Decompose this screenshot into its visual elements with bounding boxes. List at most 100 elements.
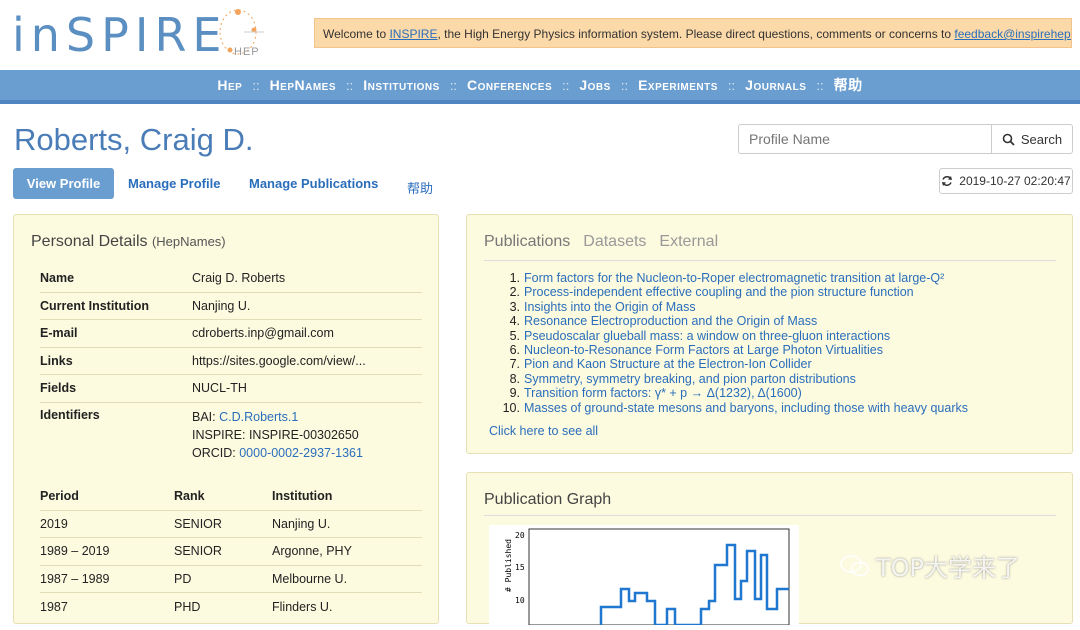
nav-help[interactable]: 帮助 <box>824 75 873 95</box>
publication-link[interactable]: Nucleon-to-Resonance Form Factors at Lar… <box>524 343 883 357</box>
period-cell: 2019 <box>40 516 68 531</box>
personal-details-title: Personal Details (HepNames) <box>31 233 226 251</box>
list-item: 1. Form factors for the Nucleon-to-Roper … <box>489 271 968 285</box>
detail-row-links: Links https://sites.google.com/view/... <box>40 348 422 375</box>
search-button[interactable]: Search <box>991 124 1073 154</box>
tab-manage-publications[interactable]: Manage Publications <box>249 176 378 191</box>
homepage-link[interactable]: https://sites.google.com/view/... <box>192 352 422 370</box>
watermark-text: TOP大学来了 <box>876 554 1021 582</box>
publications-tabs: Publications Datasets External <box>484 233 718 251</box>
column-header: Rank <box>174 489 205 504</box>
detail-key: Identifiers <box>40 407 100 422</box>
tab-external[interactable]: External <box>659 233 718 251</box>
main-nav: Hep :: HepNames :: Institutions :: Confe… <box>0 70 1080 104</box>
positions-header: Period Rank Institution <box>40 483 422 511</box>
orcid-label: ORCID: <box>192 445 240 460</box>
detail-row-fields: Fields NUCL-TH <box>40 375 422 403</box>
list-item: 2. Process-independent effective coupling… <box>489 285 968 299</box>
bai-link[interactable]: C.D.Roberts.1 <box>219 410 298 424</box>
inspire-id: INSPIRE: INSPIRE-00302650 <box>192 427 359 442</box>
publication-link[interactable]: Process-independent effective coupling a… <box>524 285 914 299</box>
inspire-link[interactable]: INSPIRE <box>389 27 437 41</box>
publications-panel: Publications Datasets External 1. Form fa… <box>466 214 1073 454</box>
detail-value: Nanjing U. <box>192 298 251 313</box>
institution-cell: Argonne, PHY <box>272 544 352 559</box>
item-number: 3. <box>509 299 520 314</box>
refresh-button[interactable]: 2019-10-27 02:20:47 <box>939 168 1073 194</box>
item-number: 6. <box>509 343 520 358</box>
nav-separator: :: <box>449 77 458 93</box>
nav-separator: :: <box>562 77 570 93</box>
refresh-icon <box>942 176 953 186</box>
header: inSPIRE HEP Welcome to INSPIRE, the High… <box>0 0 1080 70</box>
rank-cell: PD <box>174 571 192 586</box>
publication-list: 1. Form factors for the Nucleon-to-Roper … <box>489 271 968 415</box>
publication-graph: # Published 20 15 10 <box>489 525 799 627</box>
publication-link[interactable]: Form factors for the Nucleon-to-Roper el… <box>524 271 944 285</box>
detail-key: Links <box>40 353 73 368</box>
orcid-link[interactable]: 0000-0002-2937-1361 <box>239 446 363 460</box>
see-all-link[interactable]: Click here to see all <box>489 424 598 438</box>
feedback-email-link[interactable]: feedback@inspirehep.net <box>954 27 1071 41</box>
tab-view-profile[interactable]: View Profile <box>13 168 114 199</box>
tab-help[interactable]: 帮助 <box>407 178 433 197</box>
nav-jobs[interactable]: Jobs <box>569 77 620 93</box>
tab-manage-profile[interactable]: Manage Profile <box>128 176 220 191</box>
item-number: 9. <box>509 386 520 401</box>
rank-cell: SENIOR <box>174 544 222 559</box>
publication-link[interactable]: Masses of ground-state mesons and baryon… <box>524 401 968 415</box>
nav-journals[interactable]: Journals <box>735 77 816 93</box>
detail-key: Current Institution <box>40 298 150 313</box>
refresh-timestamp: 2019-10-27 02:20:47 <box>959 174 1071 188</box>
period-cell: 1987 – 1989 <box>40 571 110 586</box>
publication-link[interactable]: Symmetry, symmetry breaking, and pion pa… <box>524 372 856 386</box>
inspire-logo[interactable]: inSPIRE HEP <box>12 4 272 64</box>
detail-key: Fields <box>40 381 77 396</box>
institution-cell: Nanjing U. <box>272 516 331 531</box>
publication-link[interactable]: Pion and Kaon Structure at the Electron-… <box>524 357 812 371</box>
publication-link[interactable]: Resonance Electroproduction and the Orig… <box>524 314 817 328</box>
logo-hep: HEP <box>234 46 260 58</box>
list-item: 8. Symmetry, symmetry breaking, and pion … <box>489 372 968 386</box>
nav-separator: :: <box>620 77 629 93</box>
wechat-icon <box>840 554 869 576</box>
profile-search-input[interactable] <box>738 124 992 154</box>
y-tick-label: 20 <box>515 531 525 540</box>
item-number: 8. <box>509 371 520 386</box>
search-icon <box>1002 133 1015 146</box>
item-number: 5. <box>509 328 520 343</box>
welcome-text: Welcome to <box>323 27 390 41</box>
detail-row-name: Name Craig D. Roberts <box>40 265 422 293</box>
tab-datasets[interactable]: Datasets <box>583 233 646 251</box>
list-item: 3. Insights into the Origin of Mass <box>489 300 968 314</box>
publication-link[interactable]: Transition form factors: γ* + p → Δ(1232… <box>524 386 802 400</box>
nav-hep[interactable]: Hep <box>207 77 252 93</box>
personal-details-subtitle: (HepNames) <box>151 234 226 249</box>
item-number: 10. <box>502 400 520 415</box>
nav-experiments[interactable]: Experiments <box>628 77 728 93</box>
email-value: cdroberts.inp@gmail.com <box>192 326 334 341</box>
nav-conferences[interactable]: Conferences <box>457 77 562 93</box>
column-header: Period <box>40 489 79 504</box>
y-tick-label: 10 <box>515 596 525 605</box>
item-number: 4. <box>509 314 520 329</box>
positions-table: Period Rank Institution 2019 SENIOR Nanj… <box>40 483 422 621</box>
publication-link[interactable]: Pseudoscalar glueball mass: a window on … <box>524 329 890 343</box>
list-item: 5. Pseudoscalar glueball mass: a window o… <box>489 329 968 343</box>
list-item: 7. Pion and Kaon Structure at the Electro… <box>489 357 968 371</box>
tab-publications[interactable]: Publications <box>484 233 570 251</box>
column-header: Institution <box>272 489 333 504</box>
nav-separator: :: <box>727 77 736 93</box>
nav-separator: :: <box>346 77 354 93</box>
y-axis-label: # Published <box>504 539 513 592</box>
detail-key: Name <box>40 271 75 286</box>
publication-link[interactable]: Insights into the Origin of Mass <box>524 300 696 314</box>
rank-cell: SENIOR <box>174 516 222 531</box>
nav-hepnames[interactable]: HepNames <box>260 77 346 93</box>
nav-institutions[interactable]: Institutions <box>353 77 450 93</box>
institution-cell: Melbourne U. <box>272 571 348 586</box>
detail-row-email: E-mail cdroberts.inp@gmail.com <box>40 320 422 348</box>
personal-details-panel: Personal Details (HepNames) Name Craig D… <box>13 214 439 624</box>
list-item: 6. Nucleon-to-Resonance Form Factors at L… <box>489 343 968 357</box>
personal-details-heading: Personal Details <box>31 233 148 250</box>
